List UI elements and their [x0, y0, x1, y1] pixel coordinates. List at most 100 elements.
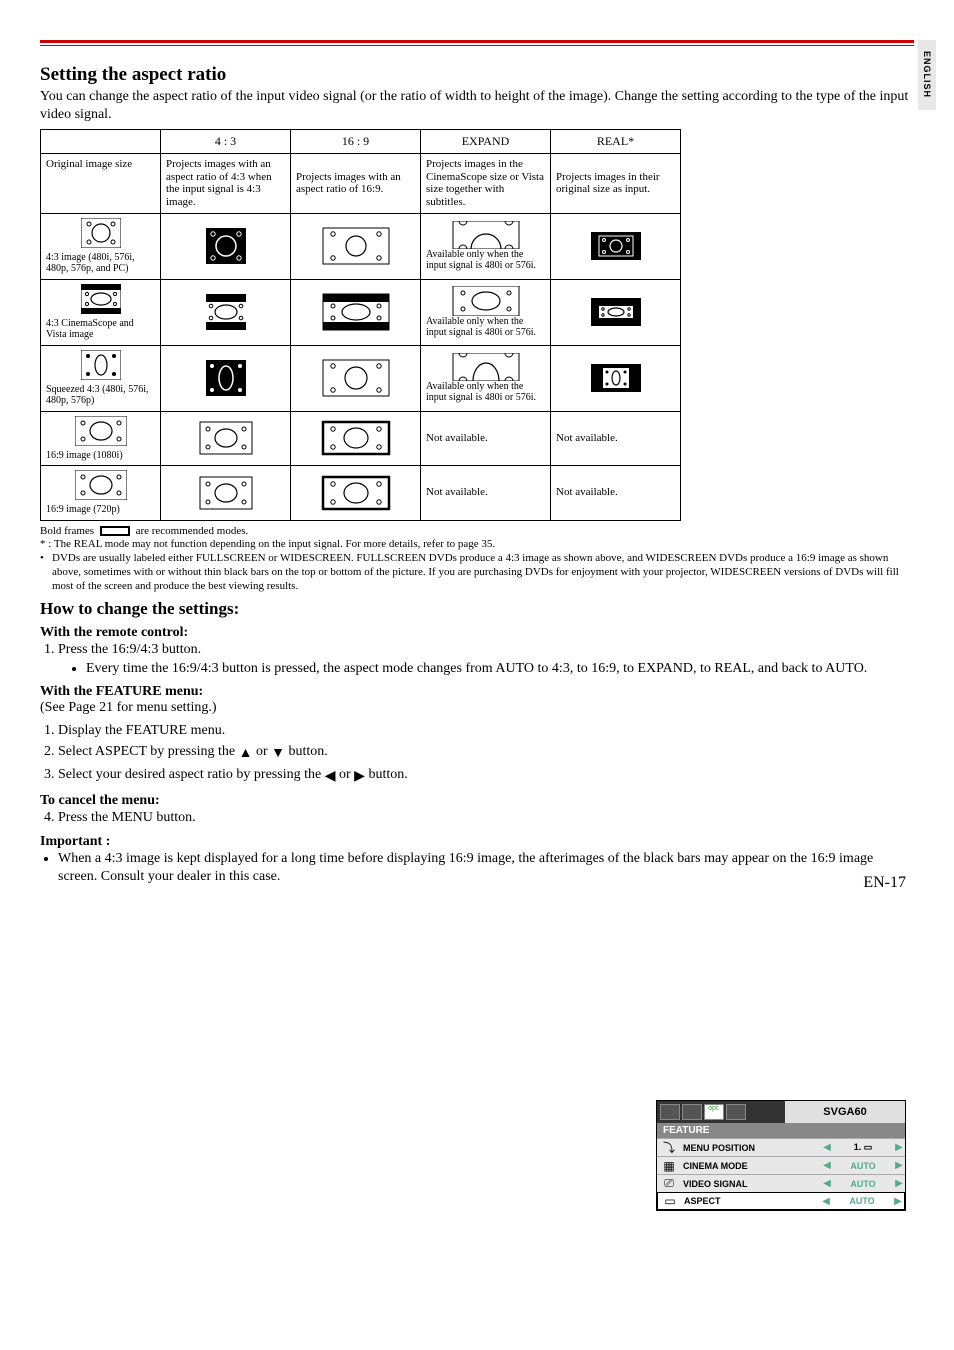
fb-row-aspect[interactable]: ▭ ASPECT ◀ AUTO ▶ — [657, 1192, 905, 1210]
th-169: 16 : 9 — [291, 130, 421, 154]
legend-line: Bold frames are recommended modes. — [40, 525, 914, 539]
rowC-label-text: Squeezed 4:3 (480i, 576i, 480p, 576p) — [46, 384, 155, 407]
remote-step-bullet: Every time the 16:9/4:3 button is presse… — [86, 660, 914, 678]
rowC-43 — [161, 345, 291, 411]
face-icon — [451, 286, 521, 316]
face-icon — [81, 284, 121, 314]
important-list: When a 4:3 image is kept displayed for a… — [40, 850, 914, 886]
rowB-exp: Available only when the input signal is … — [421, 279, 551, 345]
remote-steps: Press the 16:9/4:3 button. Every time th… — [40, 641, 914, 678]
aspect-icon: ▭ — [658, 1194, 682, 1208]
th-real: REAL* — [551, 130, 681, 154]
footnotes: Bold frames are recommended modes. * : T… — [40, 525, 914, 594]
rowA-label: 4:3 image (480i, 576i, 480p, 576p, and P… — [41, 213, 161, 279]
cinema-icon: ▦ — [657, 1159, 681, 1173]
rowE-43 — [161, 466, 291, 521]
cancel-title: To cancel the menu: — [40, 793, 914, 809]
fb-tab-3[interactable]: opt. — [704, 1104, 724, 1120]
face-icon — [321, 226, 391, 266]
face-icon — [591, 298, 641, 326]
face-icon — [321, 473, 391, 513]
table-row-original: Original image size Projects images with… — [41, 154, 681, 214]
row1-exp: Projects images in the CinemaScope size … — [421, 154, 551, 214]
remote-step-1: Press the 16:9/4:3 button. Every time th… — [58, 641, 914, 678]
footnote-bullet: DVDs are usually labeled either FULLSCRE… — [52, 552, 914, 593]
rowB-label-text: 4:3 CinemaScope and Vista image — [46, 318, 155, 341]
signal-icon: ⎚ — [657, 1176, 681, 1191]
face-icon — [321, 358, 391, 398]
fb-name-3: ASPECT — [682, 1196, 820, 1206]
face-icon — [196, 292, 256, 332]
feature-title: With the FEATURE menu: — [40, 684, 914, 700]
rowA-43 — [161, 213, 291, 279]
right-arrow-icon[interactable]: ▶ — [892, 1196, 904, 1207]
rowE-169 — [291, 466, 421, 521]
header-rule — [40, 40, 914, 46]
face-icon — [196, 473, 256, 513]
face-icon — [196, 226, 256, 266]
side-language-tab: ENGLISH — [918, 40, 936, 110]
fb-tab-4[interactable] — [726, 1104, 746, 1120]
th-blank — [41, 130, 161, 154]
right-arrow-icon[interactable]: ▶ — [893, 1160, 905, 1171]
screen-small-icon: ▭ — [864, 1142, 873, 1152]
right-arrow-icon[interactable]: ▶ — [893, 1178, 905, 1189]
row1-169: Projects images with an aspect ratio of … — [291, 154, 421, 214]
fb-val-3: AUTO — [832, 1196, 892, 1206]
table-row-cinemascope: 4:3 CinemaScope and Vista image Availabl… — [41, 279, 681, 345]
cancel-step-4: Press the MENU button. — [58, 809, 914, 828]
fb-name-2: VIDEO SIGNAL — [681, 1179, 821, 1189]
intro-text: You can change the aspect ratio of the i… — [40, 88, 914, 123]
howto-title: How to change the settings: — [40, 599, 914, 619]
rowC-169 — [291, 345, 421, 411]
up-triangle-icon: ▲ — [239, 745, 253, 764]
fb-tab-2[interactable] — [682, 1104, 702, 1120]
face-icon — [591, 232, 641, 260]
fb-tab-1[interactable] — [660, 1104, 680, 1120]
rowA-exp: Available only when the input signal is … — [421, 213, 551, 279]
fb-name-1: CINEMA MODE — [681, 1161, 821, 1171]
footnote-star: * : The REAL mode may not function depen… — [40, 538, 914, 552]
table-row-1080i: 16:9 image (1080i) Not available. Not av… — [41, 411, 681, 466]
rowB-169 — [291, 279, 421, 345]
face-icon — [451, 221, 521, 249]
fb-row-video-signal[interactable]: ⎚ VIDEO SIGNAL ◀ AUTO ▶ — [657, 1174, 905, 1192]
rowA-real — [551, 213, 681, 279]
rowA-exp-note: Available only when the input signal is … — [426, 249, 545, 272]
feature-see: (See Page 21 for menu setting.) — [40, 700, 914, 716]
face-icon — [321, 418, 391, 458]
remote-title: With the remote control: — [40, 625, 914, 641]
feature-step-2: Select ASPECT by pressing the ▲ or ▼ but… — [58, 743, 914, 764]
face-icon — [321, 292, 391, 332]
rowB-exp-note: Available only when the input signal is … — [426, 316, 545, 339]
rowD-label: 16:9 image (1080i) — [41, 411, 161, 466]
face-icon — [81, 350, 121, 380]
feature-steps: Display the FEATURE menu. Select ASPECT … — [40, 722, 914, 787]
rowD-43 — [161, 411, 291, 466]
page-number: EN-17 — [863, 874, 906, 892]
position-icon: ⤵ — [657, 1139, 681, 1156]
left-arrow-icon[interactable]: ◀ — [821, 1160, 833, 1171]
left-arrow-icon[interactable]: ◀ — [821, 1178, 833, 1189]
rowA-169 — [291, 213, 421, 279]
left-arrow-icon[interactable]: ◀ — [821, 1142, 833, 1153]
table-header-row: 4 : 3 16 : 9 EXPAND REAL* — [41, 130, 681, 154]
left-arrow-icon[interactable]: ◀ — [820, 1196, 832, 1207]
rowC-exp-note: Available only when the input signal is … — [426, 381, 545, 404]
rowA-label-text: 4:3 image (480i, 576i, 480p, 576p, and P… — [46, 252, 155, 275]
row1-real: Projects images in their original size a… — [551, 154, 681, 214]
face-icon — [591, 364, 641, 392]
th-expand: EXPAND — [421, 130, 551, 154]
rowD-label-text: 16:9 image (1080i) — [46, 450, 155, 462]
fb-row-menu-position[interactable]: ⤵ MENU POSITION ◀ 1. ▭ ▶ — [657, 1138, 905, 1156]
feature-menu-box: opt. SVGA60 FEATURE ⤵ MENU POSITION ◀ 1.… — [656, 1100, 906, 1211]
fb-val-0: 1. ▭ — [833, 1142, 893, 1153]
cancel-steps: Press the MENU button. — [40, 809, 914, 828]
aspect-table: 4 : 3 16 : 9 EXPAND REAL* Original image… — [40, 129, 681, 521]
rowE-real: Not available. — [551, 466, 681, 521]
right-arrow-icon[interactable]: ▶ — [893, 1142, 905, 1153]
feature-step-1: Display the FEATURE menu. — [58, 722, 914, 741]
face-icon — [75, 416, 127, 446]
fb-row-cinema-mode[interactable]: ▦ CINEMA MODE ◀ AUTO ▶ — [657, 1156, 905, 1174]
fb-val-2: AUTO — [833, 1179, 893, 1189]
